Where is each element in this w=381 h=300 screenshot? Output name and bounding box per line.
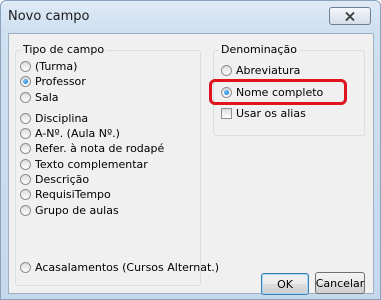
radio-grupo-de-aulas[interactable]: Grupo de aulas (20, 203, 119, 217)
radio-professor[interactable]: Professor (20, 74, 86, 88)
dialog-window: Novo campo Tipo de campo (Turma) Profess… (0, 0, 381, 300)
dialog-body: Tipo de campo (Turma) Professor Sala Dis… (8, 33, 374, 295)
radio-label: Descrição (35, 172, 90, 186)
radio-label: Professor (35, 74, 86, 88)
radio-label: Disciplina (35, 111, 89, 125)
radio-circle[interactable] (20, 142, 31, 154)
radio-label: (Turma) (35, 59, 78, 73)
radio-acasalamentos[interactable]: Acasalamentos (Cursos Alternat.) (20, 260, 219, 274)
radio-a-numero[interactable]: A-Nº. (Aula Nº.) (20, 126, 120, 140)
radio-turma[interactable]: (Turma) (20, 59, 77, 73)
radio-abreviatura[interactable]: Abreviatura (221, 63, 300, 77)
radio-label: Refer. à nota de rodapé (35, 141, 165, 155)
radio-label: Grupo de aulas (35, 203, 119, 217)
radio-circle[interactable] (20, 158, 31, 170)
denominacao-label: Denominação (219, 43, 299, 56)
tipo-de-campo-label: Tipo de campo (21, 43, 107, 56)
radio-circle[interactable] (20, 91, 31, 103)
radio-label: Abreviatura (236, 63, 301, 77)
checkbox-usar-alias[interactable]: Usar os alias (221, 106, 306, 120)
close-icon (345, 12, 355, 21)
radio-circle-selected[interactable] (20, 75, 31, 87)
window-title: Novo campo (8, 9, 90, 24)
radio-label: RequisiTempo (35, 187, 111, 201)
radio-circle[interactable] (20, 204, 31, 216)
radio-sala[interactable]: Sala (20, 90, 59, 104)
radio-circle[interactable] (20, 112, 31, 124)
radio-descricao[interactable]: Descrição (20, 172, 89, 186)
radio-circle[interactable] (20, 261, 31, 273)
radio-circle[interactable] (221, 64, 232, 76)
radio-label: A-Nº. (Aula Nº.) (35, 126, 120, 140)
radio-circle[interactable] (20, 60, 31, 72)
checkbox-label: Usar os alias (236, 106, 306, 120)
radio-requisitempo[interactable]: RequisiTempo (20, 187, 111, 201)
radio-label: Acasalamentos (Cursos Alternat.) (35, 260, 220, 274)
title-bar[interactable]: Novo campo (1, 1, 380, 31)
radio-refer-nota[interactable]: Refer. à nota de rodapé (20, 141, 164, 155)
radio-texto-complementar[interactable]: Texto complementar (20, 157, 148, 171)
radio-label: Sala (35, 90, 59, 104)
close-button[interactable] (329, 7, 371, 25)
radio-disciplina[interactable]: Disciplina (20, 111, 88, 125)
checkbox-box[interactable] (221, 107, 232, 119)
radio-circle[interactable] (20, 188, 31, 200)
radio-label: Texto complementar (35, 157, 148, 171)
ok-button[interactable]: OK (261, 273, 309, 295)
radio-circle[interactable] (20, 127, 31, 139)
cancel-button[interactable]: Cancelar (315, 272, 365, 294)
highlight-annotation (209, 79, 347, 105)
radio-circle[interactable] (20, 173, 31, 185)
